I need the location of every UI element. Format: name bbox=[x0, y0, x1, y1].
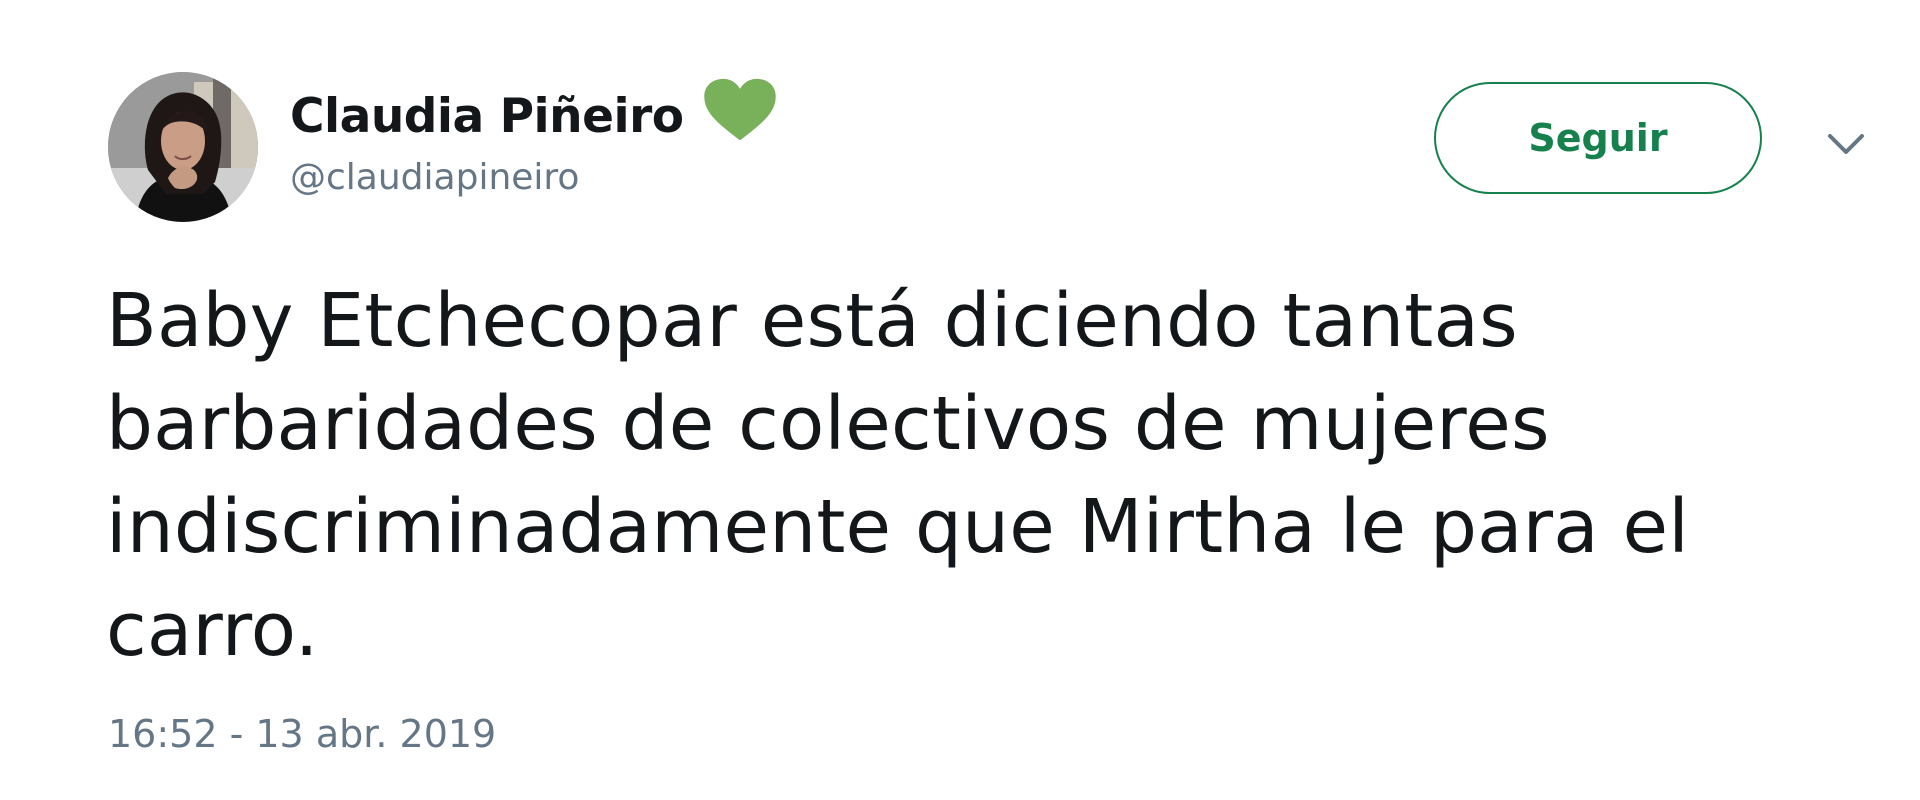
tweet-timestamp[interactable]: 16:52 - 13 abr. 2019 bbox=[108, 712, 496, 756]
author-handle[interactable]: @claudiapineiro bbox=[290, 157, 579, 198]
chevron-down-icon bbox=[1828, 134, 1864, 154]
avatar[interactable] bbox=[108, 72, 258, 222]
author-name-row: Claudia Piñeiro bbox=[290, 76, 778, 156]
tweet-card: Claudia Piñeiro @claudiapineiro Seguir B… bbox=[0, 0, 1920, 800]
follow-button[interactable]: Seguir bbox=[1434, 82, 1762, 194]
green-heart-icon bbox=[702, 76, 778, 144]
avatar-photo bbox=[108, 72, 258, 222]
tweet-menu-button[interactable] bbox=[1822, 120, 1870, 168]
tweet-text: Baby Etchecopar está diciendo tantas bar… bbox=[106, 278, 1690, 673]
author-display-name[interactable]: Claudia Piñeiro bbox=[290, 89, 684, 144]
